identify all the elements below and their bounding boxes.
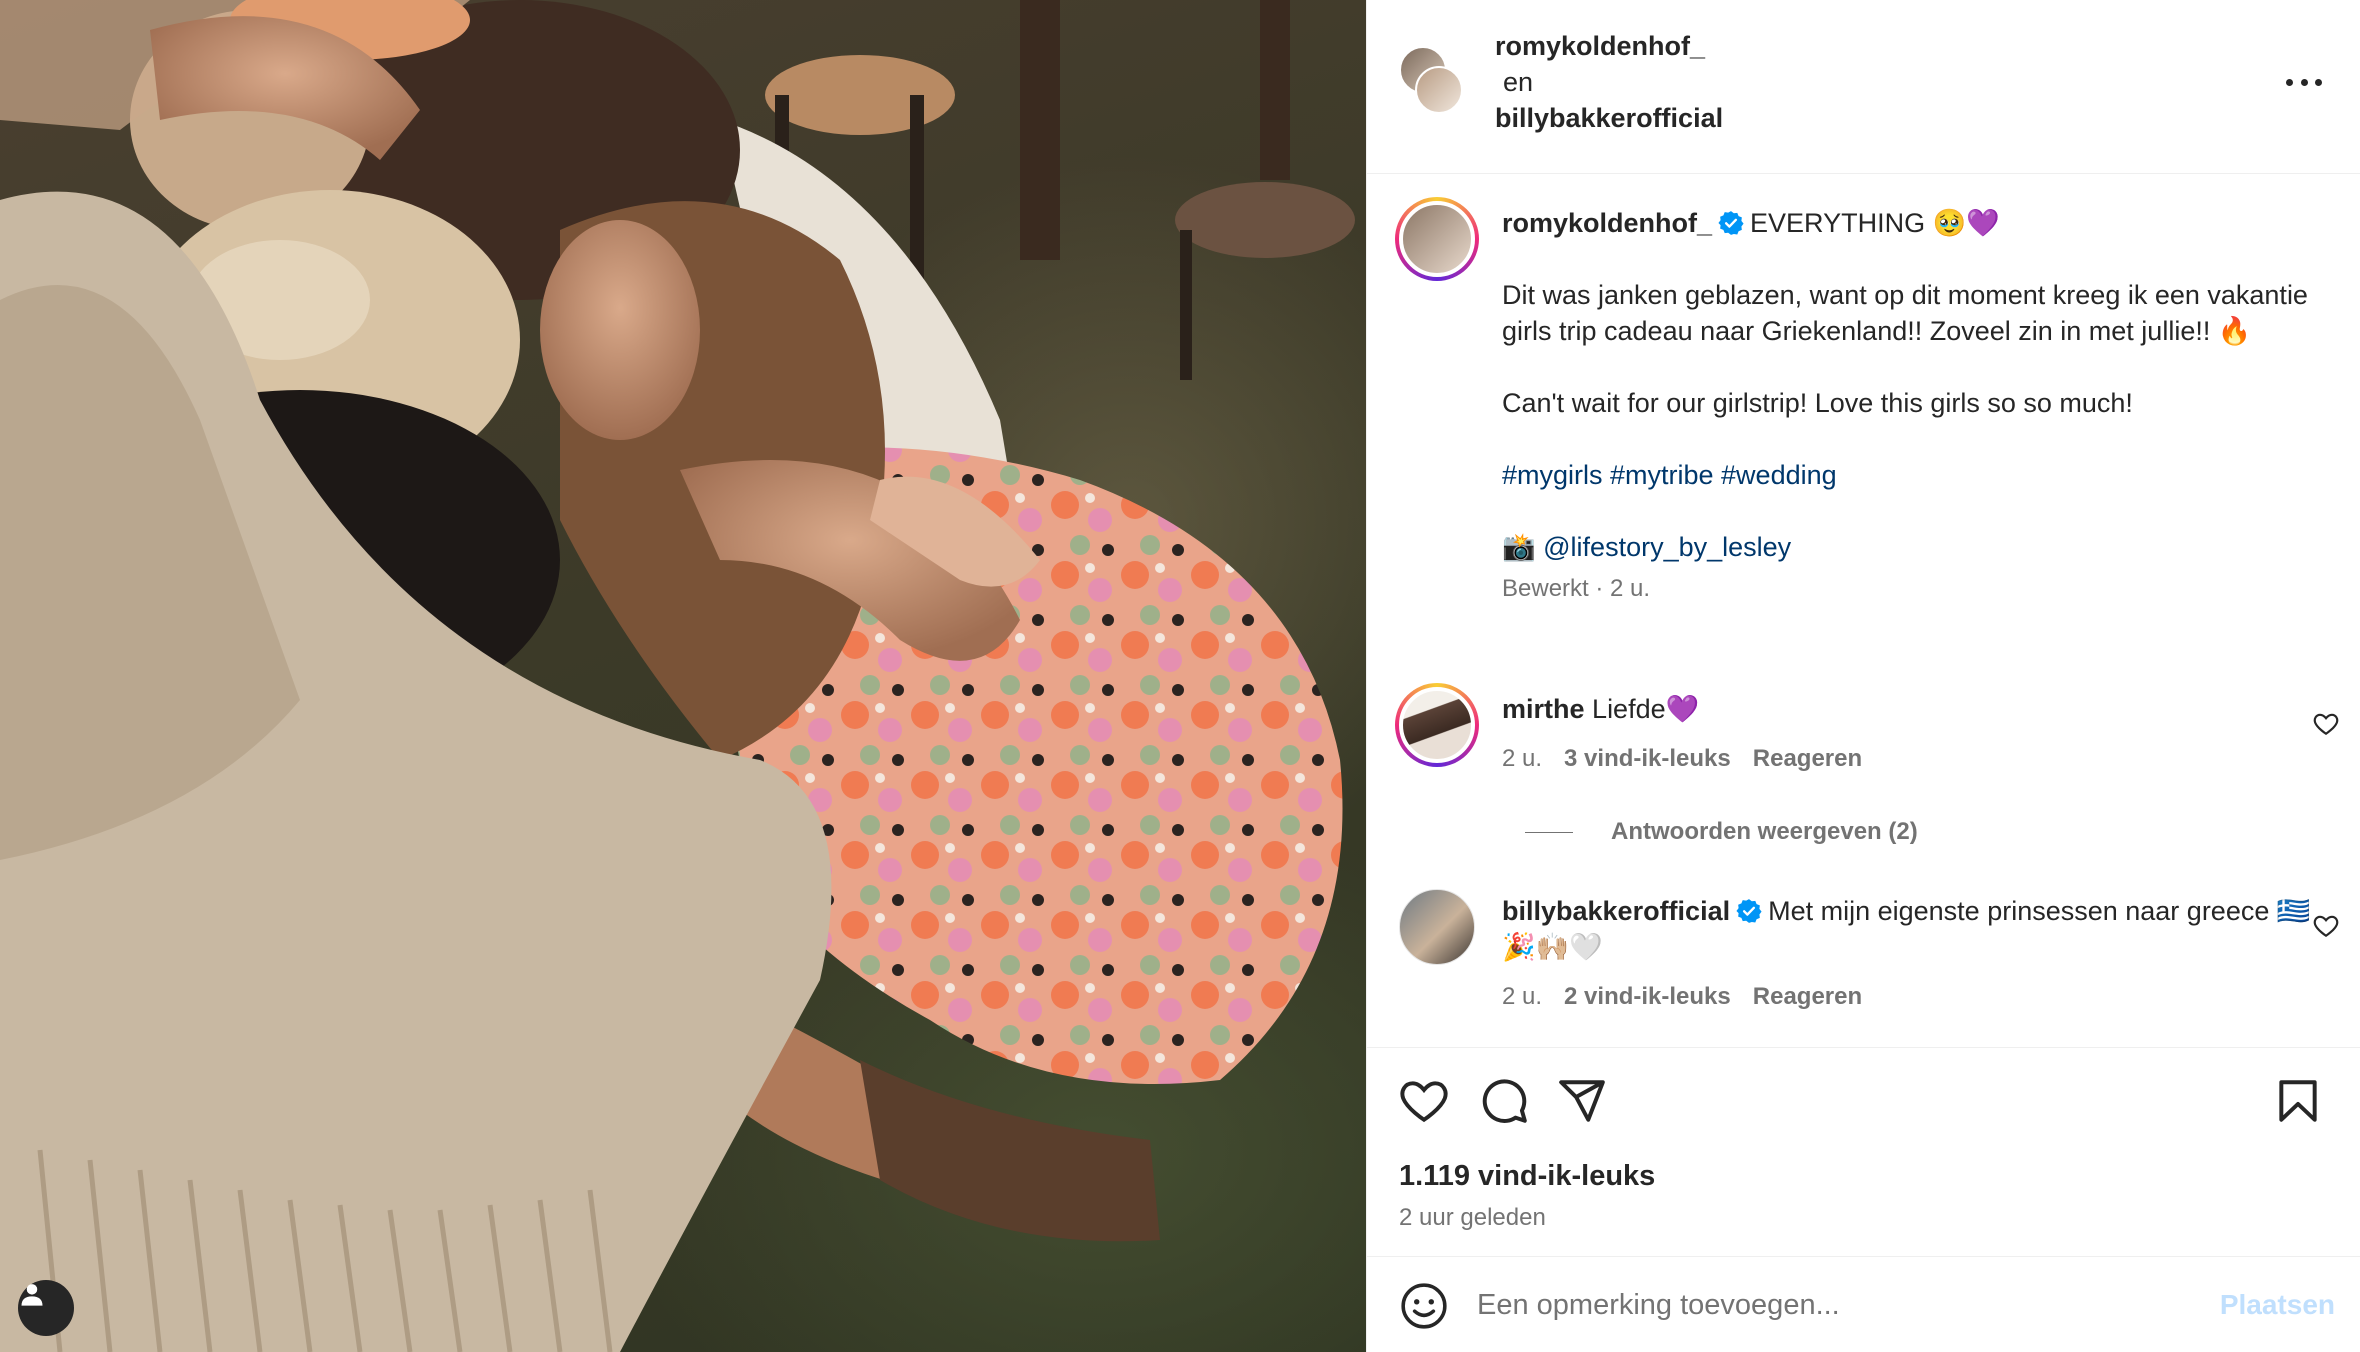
view-replies-label: Antwoorden weergeven (2) xyxy=(1611,818,1918,845)
comment-username[interactable]: billybakkerofficial xyxy=(1502,896,1730,926)
comments-section: romykoldenhof_ EVERYTHING 🥹💜 Dit was jank… xyxy=(1367,175,2360,1047)
like-count[interactable]: 1.119 vind-ik-leuks xyxy=(1399,1160,1655,1193)
comment-bubble-icon[interactable] xyxy=(1479,1076,1529,1126)
bookmark-save-icon[interactable] xyxy=(2273,1076,2323,1126)
post-timestamp: 2 uur geleden xyxy=(1399,1204,1546,1231)
avatar xyxy=(1415,66,1463,114)
collab-avatars[interactable] xyxy=(1399,46,1469,118)
post-comment-button[interactable]: Plaatsen xyxy=(2220,1289,2335,1321)
replies-line xyxy=(1525,831,1573,833)
caption-first-line: EVERYTHING 🥹💜 xyxy=(1750,208,2000,238)
header-conjunction: en xyxy=(1503,67,1534,97)
reply-button[interactable]: Reageren xyxy=(1753,983,1862,1010)
post-side-panel: romykoldenhof_ en billybakkerofficial ro… xyxy=(1366,0,2360,1352)
caption-username[interactable]: romykoldenhof_ xyxy=(1502,208,1712,238)
reply-button[interactable]: Reageren xyxy=(1753,745,1862,772)
photographer-mention-link[interactable]: @lifestory_by_lesley xyxy=(1543,532,1791,562)
comment-text: Liefde💜 xyxy=(1592,694,1700,724)
view-replies-button[interactable]: Antwoorden weergeven (2) xyxy=(1525,818,1918,846)
comment-input[interactable] xyxy=(1477,1277,2197,1333)
comment-like-heart-icon[interactable] xyxy=(2313,913,2339,939)
caption: romykoldenhof_ EVERYTHING 🥹💜 Dit was jank… xyxy=(1502,205,2332,607)
comment-avatar-billy[interactable] xyxy=(1399,889,1475,965)
header-username-1[interactable]: romykoldenhof_ xyxy=(1495,28,1723,64)
post-actions: 1.119 vind-ik-leuks 2 uur geleden xyxy=(1367,1047,2360,1257)
caption-avatar[interactable] xyxy=(1395,197,1479,281)
comment-time: 2 u. xyxy=(1502,983,1543,1010)
comment-avatar-mirthe[interactable] xyxy=(1395,683,1479,767)
caption-meta: Bewerkt · 2 u. xyxy=(1502,575,1651,602)
comment-time: 2 u. xyxy=(1502,745,1543,772)
add-comment-bar: Plaatsen xyxy=(1367,1257,2360,1352)
post-photo[interactable] xyxy=(0,0,1366,1352)
comment-item: mirthe Liefde💜 2 u. 3 vind-ik-leuks Reager… xyxy=(1502,691,2332,777)
collab-usernames: romykoldenhof_ en billybakkerofficial xyxy=(1495,28,1723,136)
caption-paragraph-1: Dit was janken geblazen, want op dit mom… xyxy=(1502,280,2308,346)
verified-badge-icon xyxy=(1718,211,1744,235)
share-send-icon[interactable] xyxy=(1557,1076,1607,1126)
like-heart-icon[interactable] xyxy=(1399,1076,1449,1126)
emoji-smiley-icon[interactable] xyxy=(1399,1281,1449,1331)
comment-username[interactable]: mirthe xyxy=(1502,694,1585,724)
comment-like-heart-icon[interactable] xyxy=(2313,711,2339,737)
header-username-2[interactable]: billybakkerofficial xyxy=(1495,100,1723,136)
tagged-users-button[interactable] xyxy=(18,1280,74,1336)
comment-likes[interactable]: 2 vind-ik-leuks xyxy=(1564,983,1731,1010)
comment-likes[interactable]: 3 vind-ik-leuks xyxy=(1564,745,1731,772)
post-header: romykoldenhof_ en billybakkerofficial xyxy=(1367,0,2360,174)
camera-emoji: 📸 xyxy=(1502,532,1536,562)
verified-badge-icon xyxy=(1736,899,1762,923)
post-photo-illustration xyxy=(0,0,1355,1352)
more-horizontal-icon[interactable] xyxy=(2282,62,2326,102)
user-icon xyxy=(21,1284,43,1306)
caption-paragraph-2: Can't wait for our girlstrip! Love this … xyxy=(1502,388,2133,418)
caption-hashtags[interactable]: #mygirls #mytribe #wedding xyxy=(1502,457,2332,493)
comment-item: billybakkerofficial Met mijn eigenste pri… xyxy=(1502,893,2332,1015)
